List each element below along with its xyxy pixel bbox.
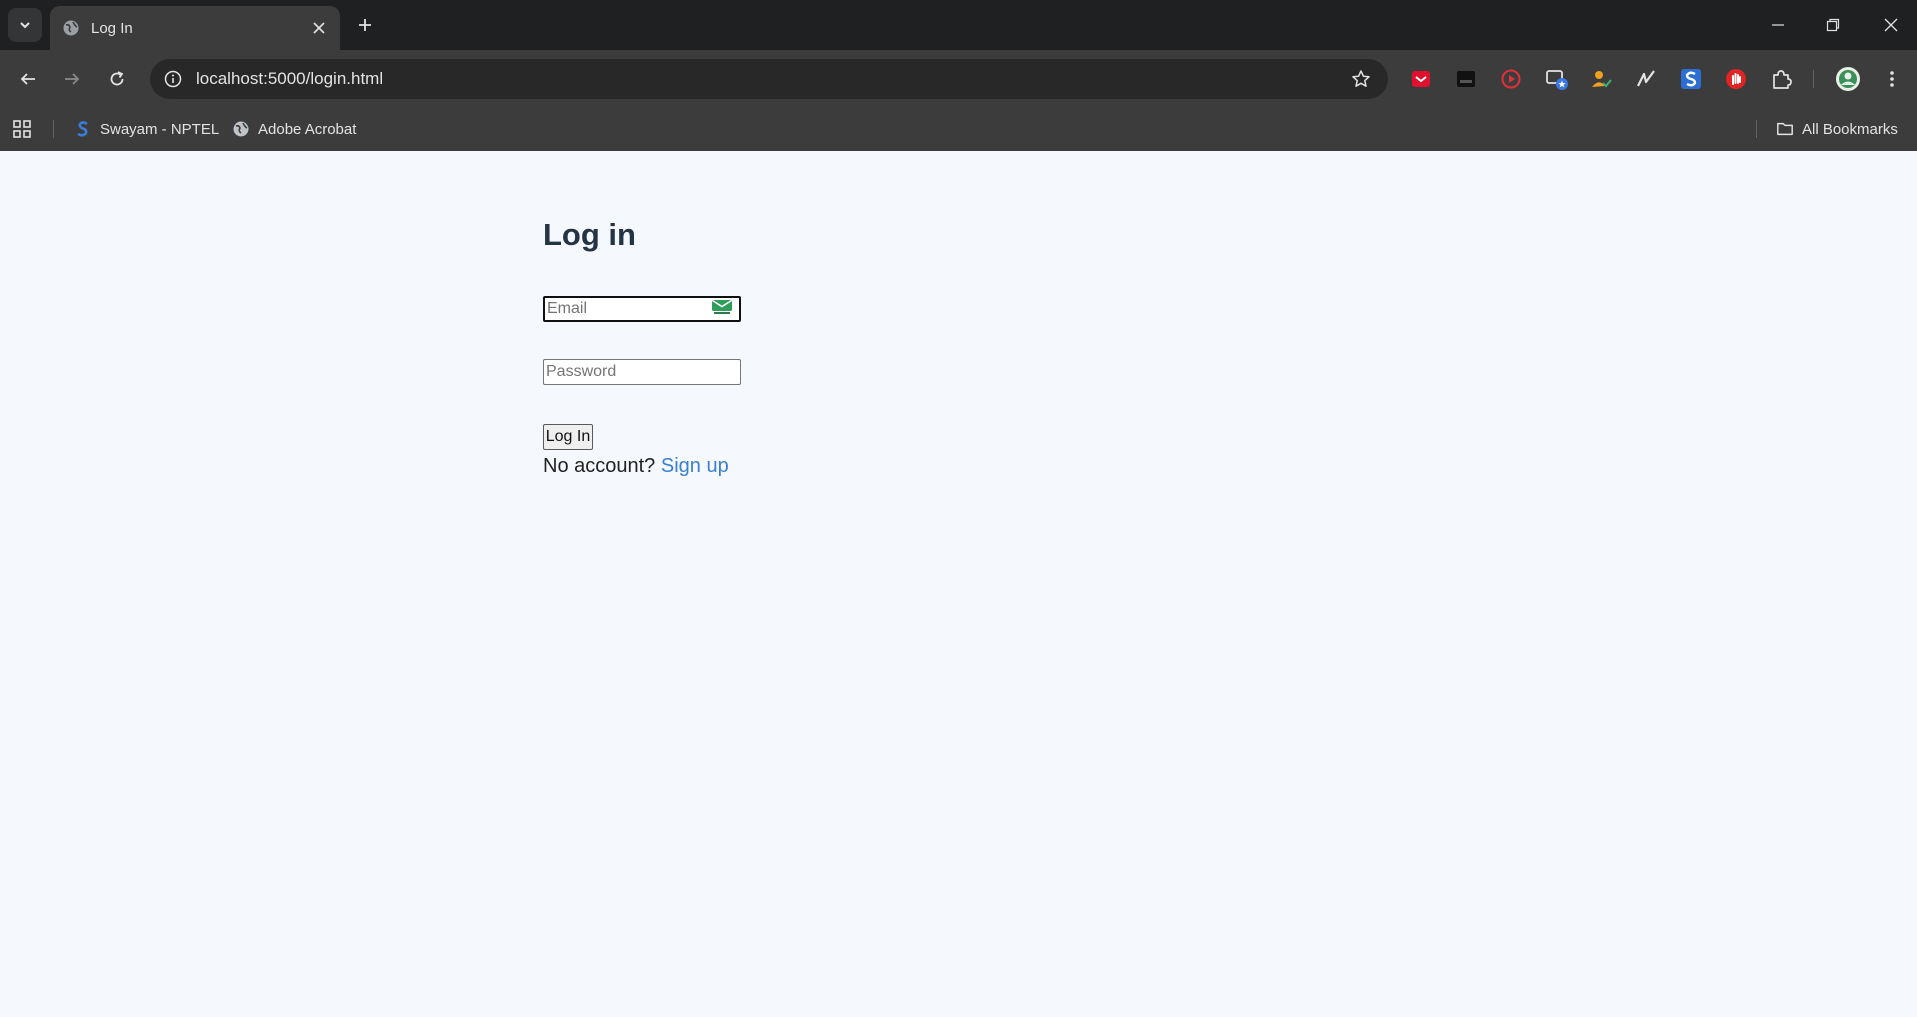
info-icon[interactable]: [160, 66, 186, 92]
signup-prompt: No account? Sign up: [543, 455, 729, 478]
arrow-right-icon: [65, 73, 80, 85]
signup-link[interactable]: Sign up: [661, 455, 729, 477]
all-bookmarks-label: All Bookmarks: [1802, 120, 1898, 138]
new-tab-button[interactable]: [352, 12, 378, 38]
active-tab[interactable]: Log In: [50, 6, 340, 50]
address-bar[interactable]: localhost:5000/login.html: [150, 59, 1388, 99]
browser-toolbar: localhost:5000/login.html: [0, 50, 1917, 108]
tab-search-button[interactable]: [8, 8, 42, 42]
avatar[interactable]: [1833, 64, 1863, 94]
menu-dots-icon[interactable]: [1877, 64, 1907, 94]
reload-icon: [110, 71, 124, 86]
mail-autofill-icon[interactable]: [711, 299, 733, 315]
toolbar-divider: [1813, 70, 1814, 88]
login-button[interactable]: Log In: [543, 424, 593, 450]
dark-ext-icon[interactable]: [1451, 64, 1481, 94]
minimize-icon: [1772, 24, 1784, 26]
bookmark-adobe-acrobat[interactable]: Adobe Acrobat: [232, 116, 356, 142]
all-bookmarks-button[interactable]: All Bookmarks: [1776, 116, 1898, 142]
screen-ext-icon[interactable]: [1542, 64, 1572, 94]
plus-icon: [359, 19, 371, 31]
bookmark-star-icon[interactable]: [1346, 64, 1376, 94]
page-title: Log in: [543, 217, 636, 252]
bookmarks-divider: [1756, 120, 1757, 138]
user-check-ext-icon[interactable]: [1586, 64, 1616, 94]
swayam-icon: [74, 120, 92, 138]
minimize-button[interactable]: [1761, 10, 1795, 40]
restore-button[interactable]: [1816, 10, 1850, 40]
hand-ext-icon[interactable]: [1721, 64, 1751, 94]
globe-icon: [232, 120, 250, 138]
apps-icon[interactable]: [12, 116, 32, 142]
folder-icon: [1776, 120, 1794, 138]
page-content: Log in Log In No account? Sign up: [0, 151, 1917, 1017]
bookmark-label: Swayam - NPTEL: [100, 120, 220, 138]
arrow-left-icon: [20, 73, 35, 85]
bookmarks-divider: [53, 120, 54, 138]
tab-title: Log In: [91, 19, 133, 37]
bookmark-label: Adobe Acrobat: [258, 120, 357, 138]
back-button[interactable]: [12, 63, 44, 95]
close-tab-icon[interactable]: [308, 17, 330, 39]
globe-icon: [62, 19, 80, 37]
password-field[interactable]: [543, 359, 741, 385]
close-window-button[interactable]: [1874, 10, 1908, 40]
pocket-icon[interactable]: [1406, 64, 1436, 94]
close-icon: [1884, 18, 1898, 32]
signature-ext-icon[interactable]: [1631, 64, 1661, 94]
restore-icon: [1826, 18, 1840, 32]
puzzle-icon[interactable]: [1766, 64, 1796, 94]
no-account-text: No account?: [543, 455, 661, 477]
chevron-down-icon: [20, 22, 30, 29]
bookmark-swayam[interactable]: Swayam - NPTEL: [74, 116, 219, 142]
bookmarks-bar: Swayam - NPTEL Adobe Acrobat All Bookmar…: [0, 108, 1917, 151]
tab-strip: Log In: [0, 0, 1917, 50]
url-text[interactable]: localhost:5000/login.html: [196, 69, 1346, 89]
video-ext-icon[interactable]: [1496, 64, 1526, 94]
s-ext-icon[interactable]: [1676, 64, 1706, 94]
reload-button[interactable]: [101, 63, 133, 95]
forward-button[interactable]: [56, 63, 88, 95]
